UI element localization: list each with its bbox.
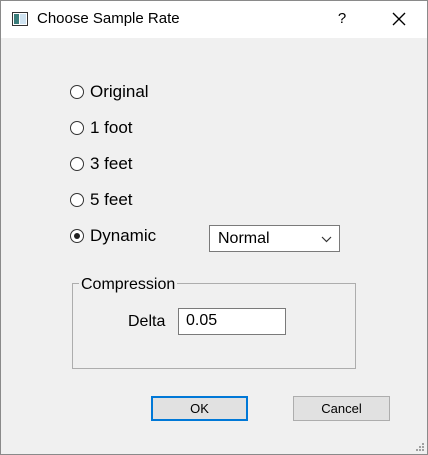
dynamic-mode-select[interactable]: Normal bbox=[209, 225, 340, 252]
window-title: Choose Sample Rate bbox=[37, 10, 180, 27]
radio-3-feet[interactable]: 3 feet bbox=[69, 153, 133, 175]
radio-button[interactable] bbox=[70, 193, 84, 207]
title-bar[interactable]: Choose Sample Rate ? bbox=[1, 1, 427, 38]
close-icon[interactable] bbox=[379, 5, 419, 33]
delta-label: Delta bbox=[128, 313, 166, 330]
radio-1-foot[interactable]: 1 foot bbox=[69, 117, 133, 139]
dialog-window: Choose Sample Rate ? Original 1 foot 3 f… bbox=[0, 0, 428, 455]
compression-group-label: Compression bbox=[79, 276, 178, 294]
radio-button[interactable] bbox=[70, 85, 84, 99]
cancel-button[interactable]: Cancel bbox=[293, 396, 390, 421]
radio-dynamic[interactable]: Dynamic bbox=[69, 225, 156, 247]
select-value: Normal bbox=[218, 230, 270, 247]
radio-label: 3 feet bbox=[90, 154, 133, 173]
resize-grip-icon[interactable] bbox=[415, 442, 425, 452]
radio-label: Original bbox=[90, 82, 149, 101]
radio-5-feet[interactable]: 5 feet bbox=[69, 189, 133, 211]
radio-button-selected[interactable] bbox=[70, 229, 84, 243]
delta-input[interactable]: 0.05 bbox=[178, 308, 286, 335]
radio-label: 1 foot bbox=[90, 118, 133, 137]
radio-button[interactable] bbox=[70, 157, 84, 171]
ok-button[interactable]: OK bbox=[151, 396, 248, 421]
radio-button[interactable] bbox=[70, 121, 84, 135]
window-app-icon bbox=[12, 12, 28, 26]
radio-label: 5 feet bbox=[90, 190, 133, 209]
radio-label: Dynamic bbox=[90, 226, 157, 245]
radio-original[interactable]: Original bbox=[69, 81, 149, 103]
help-button[interactable]: ? bbox=[325, 5, 359, 33]
chevron-down-icon bbox=[321, 236, 332, 243]
